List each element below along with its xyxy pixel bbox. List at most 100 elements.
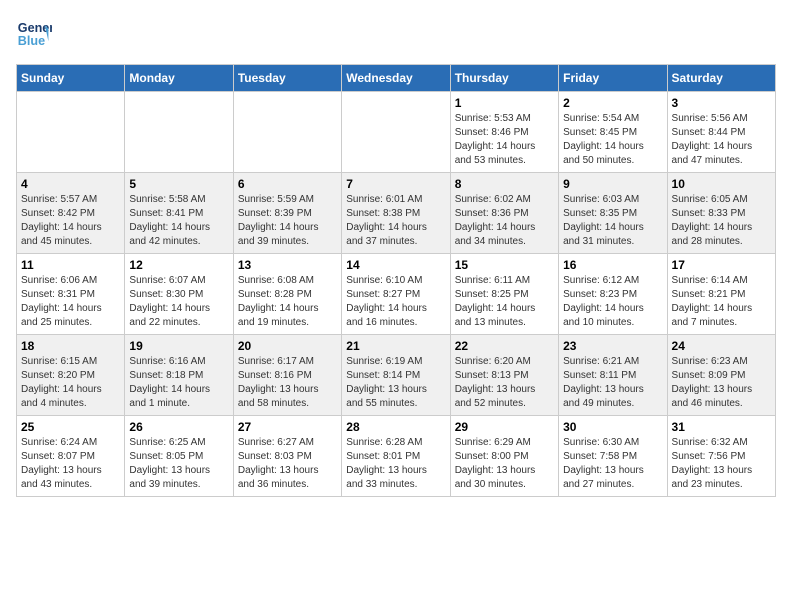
- day-number: 9: [563, 177, 662, 191]
- calendar-cell: 27 Sunrise: 6:27 AM Sunset: 8:03 PM Dayli…: [233, 416, 341, 497]
- calendar-cell: 4 Sunrise: 5:57 AM Sunset: 8:42 PM Daylig…: [17, 173, 125, 254]
- calendar-week-2: 4 Sunrise: 5:57 AM Sunset: 8:42 PM Daylig…: [17, 173, 776, 254]
- calendar-header: SundayMondayTuesdayWednesdayThursdayFrid…: [17, 65, 776, 92]
- calendar-cell: [17, 92, 125, 173]
- calendar-cell: 29 Sunrise: 6:29 AM Sunset: 8:00 PM Dayli…: [450, 416, 558, 497]
- day-number: 12: [129, 258, 228, 272]
- day-number: 26: [129, 420, 228, 434]
- day-number: 16: [563, 258, 662, 272]
- logo: General Blue: [16, 16, 52, 52]
- calendar-cell: 20 Sunrise: 6:17 AM Sunset: 8:16 PM Dayli…: [233, 335, 341, 416]
- day-number: 4: [21, 177, 120, 191]
- day-number: 30: [563, 420, 662, 434]
- day-info: Sunrise: 6:14 AM Sunset: 8:21 PM Dayligh…: [672, 274, 771, 330]
- day-number: 3: [672, 96, 771, 110]
- calendar-cell: 30Sunrise: 6:30 AM Sunset: 7:58 PM Dayli…: [559, 416, 667, 497]
- calendar-cell: [342, 92, 450, 173]
- day-info: Sunrise: 6:02 AM Sunset: 8:36 PM Dayligh…: [455, 193, 554, 249]
- calendar-cell: 31 Sunrise: 6:32 AM Sunset: 7:56 PM Dayli…: [667, 416, 775, 497]
- calendar-cell: 9 Sunrise: 6:03 AM Sunset: 8:35 PM Daylig…: [559, 173, 667, 254]
- calendar-cell: 24Sunrise: 6:23 AM Sunset: 8:09 PM Dayli…: [667, 335, 775, 416]
- day-number: 5: [129, 177, 228, 191]
- page-header: General Blue: [16, 16, 776, 52]
- calendar-cell: 13Sunrise: 6:08 AM Sunset: 8:28 PM Dayli…: [233, 254, 341, 335]
- day-info: Sunrise: 6:12 AM Sunset: 8:23 PM Dayligh…: [563, 274, 662, 330]
- calendar-week-1: 1Sunrise: 5:53 AM Sunset: 8:46 PM Daylig…: [17, 92, 776, 173]
- day-info: Sunrise: 6:20 AM Sunset: 8:13 PM Dayligh…: [455, 355, 554, 411]
- day-info: Sunrise: 6:10 AM Sunset: 8:27 PM Dayligh…: [346, 274, 445, 330]
- calendar-cell: 3Sunrise: 5:56 AM Sunset: 8:44 PM Daylig…: [667, 92, 775, 173]
- day-info: Sunrise: 6:11 AM Sunset: 8:25 PM Dayligh…: [455, 274, 554, 330]
- day-number: 7: [346, 177, 445, 191]
- calendar-cell: 14 Sunrise: 6:10 AM Sunset: 8:27 PM Dayli…: [342, 254, 450, 335]
- calendar-cell: [233, 92, 341, 173]
- day-info: Sunrise: 6:07 AM Sunset: 8:30 PM Dayligh…: [129, 274, 228, 330]
- calendar-cell: 6 Sunrise: 5:59 AM Sunset: 8:39 PM Daylig…: [233, 173, 341, 254]
- day-number: 28: [346, 420, 445, 434]
- day-info: Sunrise: 6:15 AM Sunset: 8:20 PM Dayligh…: [21, 355, 120, 411]
- calendar-cell: 11Sunrise: 6:06 AM Sunset: 8:31 PM Dayli…: [17, 254, 125, 335]
- calendar-cell: [125, 92, 233, 173]
- calendar-cell: 1Sunrise: 5:53 AM Sunset: 8:46 PM Daylig…: [450, 92, 558, 173]
- svg-text:Blue: Blue: [18, 34, 45, 48]
- day-info: Sunrise: 6:08 AM Sunset: 8:28 PM Dayligh…: [238, 274, 337, 330]
- calendar-cell: 10 Sunrise: 6:05 AM Sunset: 8:33 PM Dayli…: [667, 173, 775, 254]
- day-number: 25: [21, 420, 120, 434]
- day-number: 17: [672, 258, 771, 272]
- weekday-tuesday: Tuesday: [233, 65, 341, 92]
- calendar-week-3: 11Sunrise: 6:06 AM Sunset: 8:31 PM Dayli…: [17, 254, 776, 335]
- day-info: Sunrise: 6:05 AM Sunset: 8:33 PM Dayligh…: [672, 193, 771, 249]
- day-info: Sunrise: 6:16 AM Sunset: 8:18 PM Dayligh…: [129, 355, 228, 411]
- day-info: Sunrise: 6:03 AM Sunset: 8:35 PM Dayligh…: [563, 193, 662, 249]
- day-info: Sunrise: 6:21 AM Sunset: 8:11 PM Dayligh…: [563, 355, 662, 411]
- day-info: Sunrise: 6:23 AM Sunset: 8:09 PM Dayligh…: [672, 355, 771, 411]
- calendar-cell: 23 Sunrise: 6:21 AM Sunset: 8:11 PM Dayli…: [559, 335, 667, 416]
- day-number: 10: [672, 177, 771, 191]
- day-number: 20: [238, 339, 337, 353]
- weekday-wednesday: Wednesday: [342, 65, 450, 92]
- day-number: 21: [346, 339, 445, 353]
- day-number: 2: [563, 96, 662, 110]
- day-info: Sunrise: 6:25 AM Sunset: 8:05 PM Dayligh…: [129, 436, 228, 492]
- calendar-cell: 17 Sunrise: 6:14 AM Sunset: 8:21 PM Dayli…: [667, 254, 775, 335]
- day-number: 29: [455, 420, 554, 434]
- day-number: 14: [346, 258, 445, 272]
- day-number: 23: [563, 339, 662, 353]
- calendar-cell: 7 Sunrise: 6:01 AM Sunset: 8:38 PM Daylig…: [342, 173, 450, 254]
- day-number: 15: [455, 258, 554, 272]
- calendar-cell: 22 Sunrise: 6:20 AM Sunset: 8:13 PM Dayli…: [450, 335, 558, 416]
- day-number: 22: [455, 339, 554, 353]
- day-info: Sunrise: 6:29 AM Sunset: 8:00 PM Dayligh…: [455, 436, 554, 492]
- calendar-table: SundayMondayTuesdayWednesdayThursdayFrid…: [16, 64, 776, 497]
- weekday-header-row: SundayMondayTuesdayWednesdayThursdayFrid…: [17, 65, 776, 92]
- calendar-cell: 16 Sunrise: 6:12 AM Sunset: 8:23 PM Dayli…: [559, 254, 667, 335]
- day-info: Sunrise: 5:58 AM Sunset: 8:41 PM Dayligh…: [129, 193, 228, 249]
- logo-icon: General Blue: [16, 16, 52, 52]
- calendar-week-5: 25 Sunrise: 6:24 AM Sunset: 8:07 PM Dayli…: [17, 416, 776, 497]
- day-number: 18: [21, 339, 120, 353]
- day-info: Sunrise: 6:17 AM Sunset: 8:16 PM Dayligh…: [238, 355, 337, 411]
- day-info: Sunrise: 5:59 AM Sunset: 8:39 PM Dayligh…: [238, 193, 337, 249]
- calendar-cell: 19Sunrise: 6:16 AM Sunset: 8:18 PM Dayli…: [125, 335, 233, 416]
- weekday-saturday: Saturday: [667, 65, 775, 92]
- calendar-cell: 21 Sunrise: 6:19 AM Sunset: 8:14 PM Dayli…: [342, 335, 450, 416]
- day-info: Sunrise: 6:24 AM Sunset: 8:07 PM Dayligh…: [21, 436, 120, 492]
- day-info: Sunrise: 6:19 AM Sunset: 8:14 PM Dayligh…: [346, 355, 445, 411]
- day-info: Sunrise: 6:01 AM Sunset: 8:38 PM Dayligh…: [346, 193, 445, 249]
- day-info: Sunrise: 6:06 AM Sunset: 8:31 PM Dayligh…: [21, 274, 120, 330]
- calendar-cell: 2Sunrise: 5:54 AM Sunset: 8:45 PM Daylig…: [559, 92, 667, 173]
- day-number: 6: [238, 177, 337, 191]
- day-number: 8: [455, 177, 554, 191]
- day-number: 31: [672, 420, 771, 434]
- day-number: 27: [238, 420, 337, 434]
- calendar-cell: 12 Sunrise: 6:07 AM Sunset: 8:30 PM Dayli…: [125, 254, 233, 335]
- calendar-week-4: 18 Sunrise: 6:15 AM Sunset: 8:20 PM Dayli…: [17, 335, 776, 416]
- calendar-cell: 15 Sunrise: 6:11 AM Sunset: 8:25 PM Dayli…: [450, 254, 558, 335]
- calendar-cell: 26 Sunrise: 6:25 AM Sunset: 8:05 PM Dayli…: [125, 416, 233, 497]
- day-info: Sunrise: 6:32 AM Sunset: 7:56 PM Dayligh…: [672, 436, 771, 492]
- day-info: Sunrise: 5:57 AM Sunset: 8:42 PM Dayligh…: [21, 193, 120, 249]
- calendar-cell: 28Sunrise: 6:28 AM Sunset: 8:01 PM Dayli…: [342, 416, 450, 497]
- calendar-body: 1Sunrise: 5:53 AM Sunset: 8:46 PM Daylig…: [17, 92, 776, 497]
- calendar-cell: 8 Sunrise: 6:02 AM Sunset: 8:36 PM Daylig…: [450, 173, 558, 254]
- day-info: Sunrise: 6:27 AM Sunset: 8:03 PM Dayligh…: [238, 436, 337, 492]
